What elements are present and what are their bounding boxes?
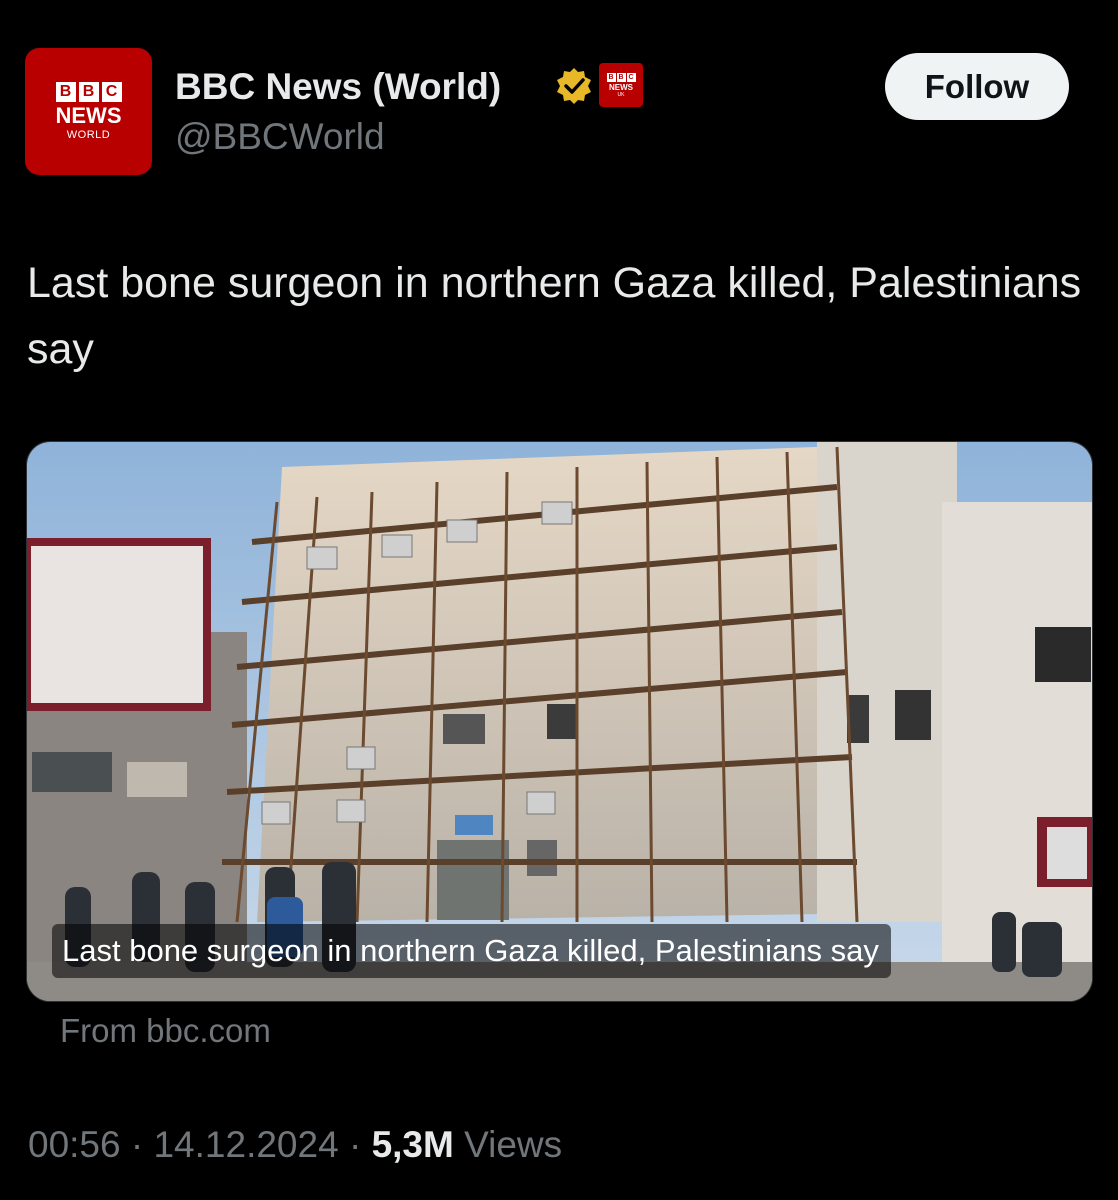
link-source[interactable]: From bbc.com bbox=[60, 1012, 271, 1050]
avatar-news-text: NEWS bbox=[55, 102, 122, 128]
bbc-news-affiliate-badge[interactable]: B B C NEWS UK bbox=[599, 63, 643, 107]
author-handle[interactable]: @BBCWorld bbox=[175, 116, 385, 158]
bbc-logo-letter: B bbox=[78, 81, 99, 102]
follow-button[interactable]: Follow bbox=[885, 53, 1069, 120]
gold-verified-check-icon[interactable] bbox=[554, 66, 594, 106]
bbc-logo-letter: C bbox=[101, 81, 122, 102]
hospital-building-photo bbox=[27, 442, 1092, 1001]
tweet-text: Last bone surgeon in northern Gaza kille… bbox=[27, 259, 1082, 373]
affiliate-badge-blocks: B B C bbox=[606, 72, 636, 82]
bbc-logo-letter: B bbox=[55, 81, 76, 102]
affiliate-badge-letter: C bbox=[626, 72, 636, 82]
affiliate-badge-news: NEWS bbox=[609, 82, 633, 92]
tweet-date[interactable]: 14.12.2024 bbox=[153, 1124, 338, 1165]
link-card[interactable] bbox=[26, 441, 1093, 1002]
affiliate-badge-uk: UK bbox=[617, 91, 625, 98]
views-count: 5,3M bbox=[371, 1124, 454, 1165]
meta-separator: · bbox=[130, 1124, 144, 1165]
avatar-world-text: WORLD bbox=[66, 128, 111, 141]
bbc-logo-blocks: B B C bbox=[55, 81, 122, 102]
media-caption: Last bone surgeon in northern Gaza kille… bbox=[52, 924, 891, 978]
author-name[interactable]: BBC News (World) bbox=[175, 66, 501, 108]
tweet-meta: 00:56 · 14.12.2024 · 5,3M Views bbox=[28, 1124, 562, 1166]
views-label: Views bbox=[464, 1124, 563, 1165]
affiliate-badge-letter: B bbox=[616, 72, 626, 82]
bbc-news-world-avatar[interactable]: B B C NEWS WORLD bbox=[25, 48, 152, 175]
tweet-time[interactable]: 00:56 bbox=[28, 1124, 121, 1165]
meta-separator: · bbox=[348, 1124, 362, 1165]
affiliate-badge-letter: B bbox=[606, 72, 616, 82]
